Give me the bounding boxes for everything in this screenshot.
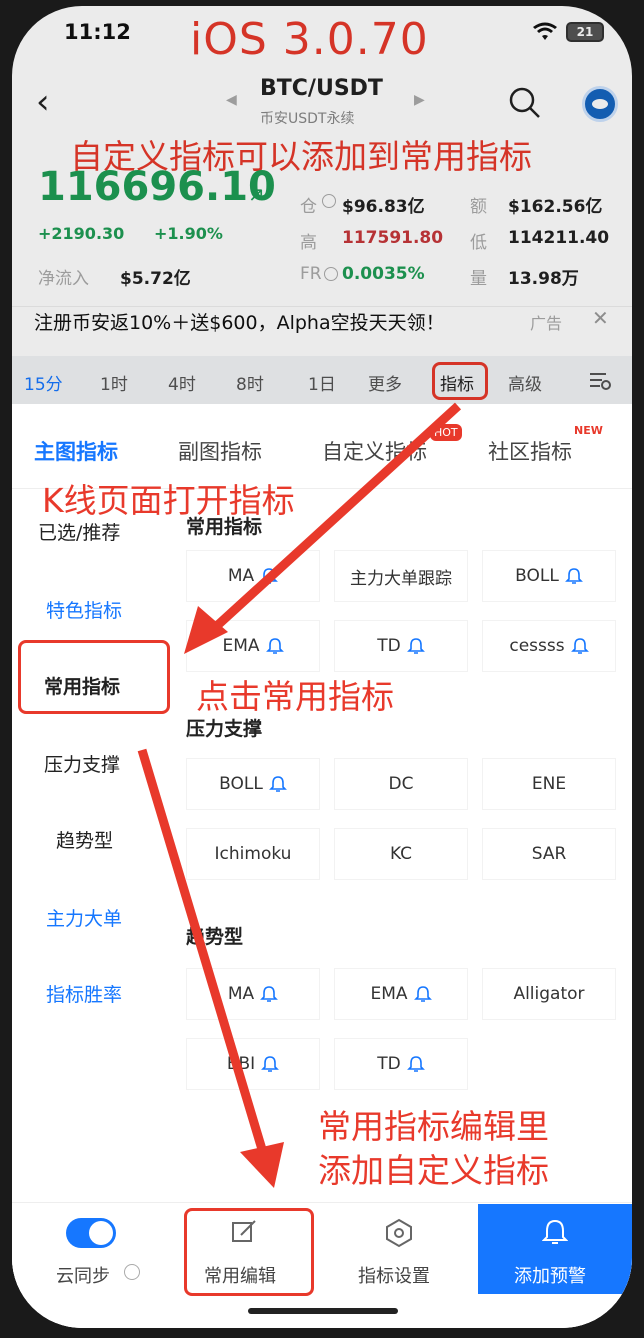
arrowhead-edit: [240, 1142, 284, 1188]
arrow-to-edit: [137, 748, 269, 1158]
arrowhead-common: [184, 606, 228, 654]
annotation-arrows: [137, 402, 462, 1188]
screenshot-frame: 11:12 iOS 3.0.70 21 ‹ ◀ BTC/USDT 币安USDT永…: [0, 0, 644, 1338]
phone-screen: 11:12 iOS 3.0.70 21 ‹ ◀ BTC/USDT 币安USDT永…: [12, 6, 632, 1328]
arrow-to-common: [204, 402, 462, 638]
